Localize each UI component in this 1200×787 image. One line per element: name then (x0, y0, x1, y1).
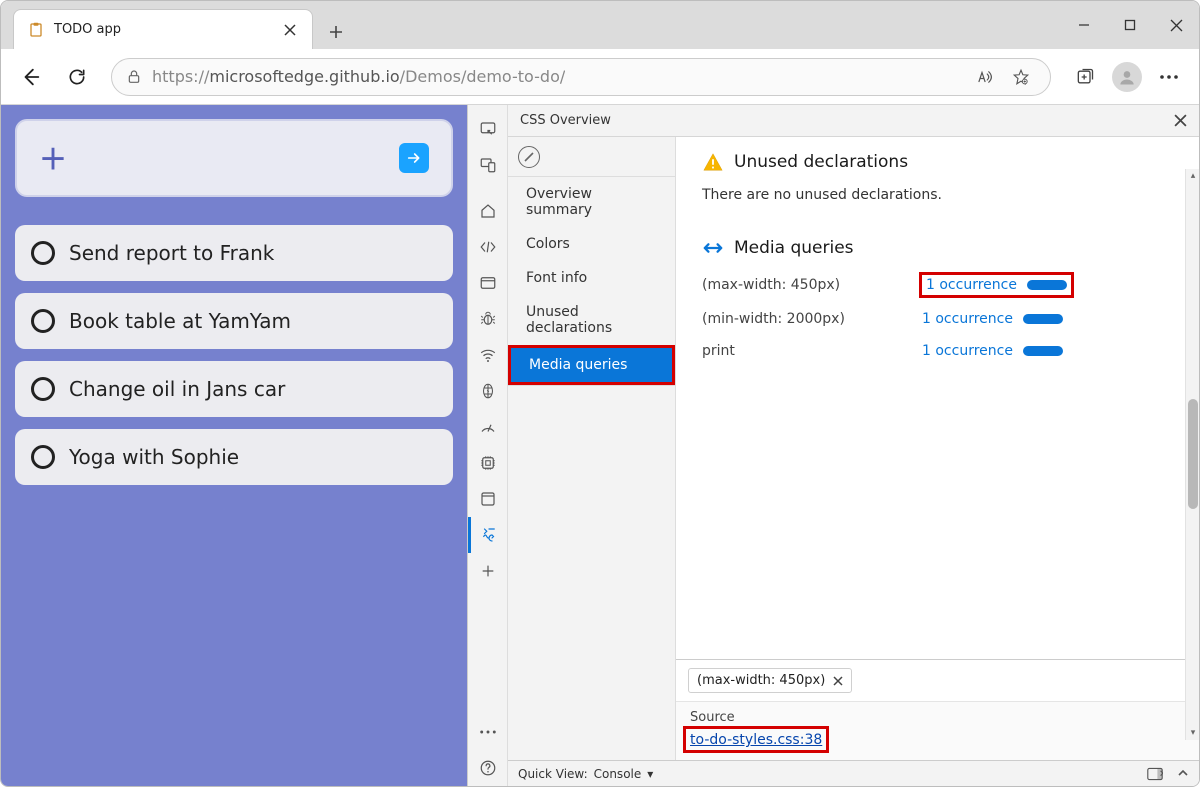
tab-close-icon[interactable] (282, 22, 298, 38)
devtools-panel-header: CSS Overview (508, 105, 1199, 137)
lighthouse-icon[interactable] (468, 373, 508, 409)
todo-label: Yoga with Sophie (69, 445, 239, 469)
todo-item[interactable]: Send report to Frank (15, 225, 453, 281)
browser-toolbar: https://microsoftedge.github.io/Demos/de… (1, 49, 1199, 105)
refresh-button[interactable] (57, 57, 97, 97)
todo-item[interactable]: Change oil in Jans car (15, 361, 453, 417)
chip-close-icon[interactable] (833, 676, 843, 686)
panel-title: CSS Overview (520, 113, 611, 128)
plus-icon: ＋ (39, 138, 67, 178)
sidebar-item-colors[interactable]: Colors (508, 227, 675, 261)
media-query-row: (max-width: 450px)1 occurrence (702, 267, 1173, 303)
rail-more-icon[interactable] (468, 714, 508, 750)
css-overview-sidebar: Overview summaryColorsFont infoUnused de… (508, 137, 676, 760)
warning-icon (702, 151, 724, 173)
occurrence-link[interactable]: 1 occurrence (922, 343, 1013, 359)
media-query-detail: (max-width: 450px) Source to-do-styles.c… (676, 659, 1199, 760)
occurrence-link[interactable]: 1 occurrence (926, 277, 1017, 293)
address-bar[interactable]: https://microsoftedge.github.io/Demos/de… (111, 58, 1051, 96)
scrollbar[interactable]: ▴ ▾ (1185, 169, 1199, 740)
drawer-expand-icon[interactable] (1177, 767, 1189, 781)
media-query-chip: (max-width: 450px) (688, 668, 852, 693)
media-queries-section: Media queries (676, 223, 1199, 267)
sidebar-item-media-queries[interactable]: Media queries (511, 348, 672, 382)
welcome-icon[interactable] (468, 193, 508, 229)
more-tools-icon[interactable] (468, 553, 508, 589)
storage-icon[interactable] (468, 481, 508, 517)
media-queries-icon (702, 237, 724, 259)
css-overview-icon[interactable] (468, 517, 508, 553)
todo-item[interactable]: Book table at YamYam (15, 293, 453, 349)
media-query-row: print1 occurrence (702, 335, 1173, 367)
devtools-panel: CSS Overview Overview summaryColorsFont … (467, 105, 1199, 786)
devtools-tool-rail (468, 105, 508, 786)
unused-declarations-message: There are no unused declarations. (676, 181, 1199, 223)
help-icon[interactable] (468, 750, 508, 786)
window-minimize-button[interactable] (1061, 1, 1107, 49)
media-query-label: print (702, 343, 922, 359)
media-query-row: (min-width: 2000px)1 occurrence (702, 303, 1173, 335)
drawer-dock-icon[interactable] (1147, 767, 1163, 781)
window-close-button[interactable] (1153, 1, 1199, 49)
new-tab-button[interactable] (319, 15, 353, 49)
todo-app: ＋ Send report to Frank Book table at YamY… (1, 105, 467, 786)
device-emulation-icon[interactable] (468, 147, 508, 183)
memory-icon[interactable] (468, 445, 508, 481)
sidebar-item-font-info[interactable]: Font info (508, 261, 675, 295)
tab-title: TODO app (54, 22, 272, 37)
todo-label: Change oil in Jans car (69, 377, 285, 401)
todo-label: Send report to Frank (69, 241, 274, 265)
collections-icon[interactable] (1065, 57, 1105, 97)
media-query-label: (min-width: 2000px) (702, 311, 922, 327)
application-icon[interactable] (468, 265, 508, 301)
todo-checkbox[interactable] (31, 377, 55, 401)
add-todo-card[interactable]: ＋ (15, 119, 453, 197)
occurrence-bar (1023, 346, 1063, 356)
url-text: https://microsoftedge.github.io/Demos/de… (152, 67, 565, 86)
source-label: Source (676, 702, 1199, 727)
devtools-drawer: Quick View: Console ▾ (508, 760, 1199, 786)
read-aloud-icon[interactable] (970, 62, 1000, 92)
css-overview-main: Unused declarations There are no unused … (676, 137, 1199, 760)
chevron-down-icon[interactable]: ▾ (647, 767, 653, 781)
elements-icon[interactable] (468, 229, 508, 265)
network-wifi-icon[interactable] (468, 337, 508, 373)
submit-arrow-icon[interactable] (399, 143, 429, 173)
performance-icon[interactable] (468, 409, 508, 445)
back-button[interactable] (11, 57, 51, 97)
todo-item[interactable]: Yoga with Sophie (15, 429, 453, 485)
sidebar-item-unused-declarations[interactable]: Unused declarations (508, 295, 675, 345)
sources-bug-icon[interactable] (468, 301, 508, 337)
panel-close-icon[interactable] (1174, 114, 1187, 127)
todo-checkbox[interactable] (31, 445, 55, 469)
sidebar-item-overview-summary[interactable]: Overview summary (508, 177, 675, 227)
source-link[interactable]: to-do-styles.css:38 (686, 730, 826, 750)
todo-checkbox[interactable] (31, 309, 55, 333)
lock-icon (126, 69, 142, 85)
profile-avatar[interactable] (1107, 57, 1147, 97)
drawer-tab-console[interactable]: Console (594, 767, 642, 781)
clear-overview-icon[interactable] (518, 146, 540, 168)
more-menu-icon[interactable] (1149, 57, 1189, 97)
clipboard-icon (28, 22, 44, 38)
unused-declarations-section: Unused declarations (676, 137, 1199, 181)
titlebar: TODO app (1, 1, 1199, 49)
occurrence-bar (1023, 314, 1063, 324)
occurrence-bar (1027, 280, 1067, 290)
inspect-icon[interactable] (468, 111, 508, 147)
scroll-thumb[interactable] (1188, 399, 1198, 509)
favorite-icon[interactable] (1006, 62, 1036, 92)
media-query-label: (max-width: 450px) (702, 277, 922, 293)
todo-checkbox[interactable] (31, 241, 55, 265)
browser-tab[interactable]: TODO app (13, 9, 313, 49)
occurrence-link[interactable]: 1 occurrence (922, 311, 1013, 327)
window-maximize-button[interactable] (1107, 1, 1153, 49)
todo-label: Book table at YamYam (69, 309, 291, 333)
